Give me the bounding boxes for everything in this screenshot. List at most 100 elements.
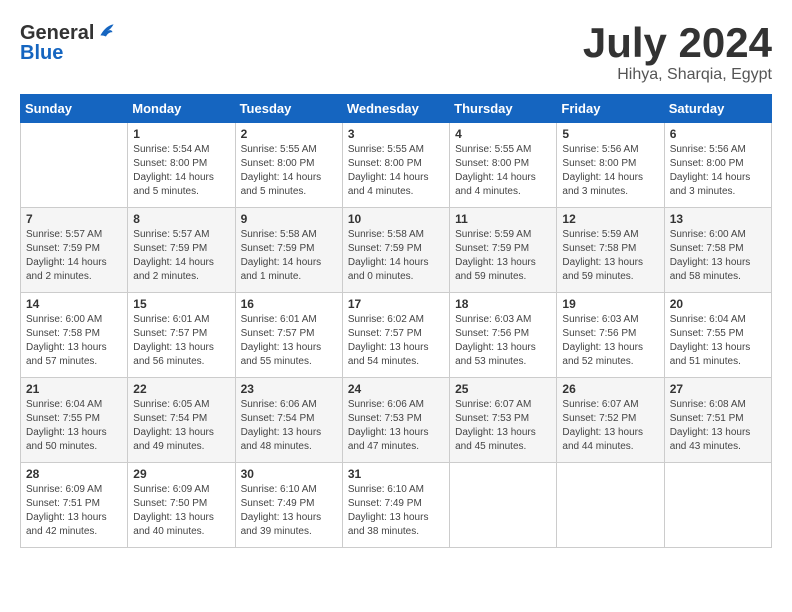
day-number: 17 bbox=[348, 297, 444, 311]
calendar-cell: 28 Sunrise: 6:09 AMSunset: 7:51 PMDayligh… bbox=[21, 463, 128, 548]
calendar-table: SundayMondayTuesdayWednesdayThursdayFrid… bbox=[20, 94, 772, 548]
day-info: Sunrise: 5:56 AMSunset: 8:00 PMDaylight:… bbox=[562, 143, 658, 199]
day-info: Sunrise: 6:03 AMSunset: 7:56 PMDaylight:… bbox=[455, 313, 551, 369]
day-number: 15 bbox=[133, 297, 229, 311]
day-info: Sunrise: 6:06 AMSunset: 7:54 PMDaylight:… bbox=[241, 398, 337, 454]
day-info: Sunrise: 6:00 AMSunset: 7:58 PMDaylight:… bbox=[26, 313, 122, 369]
day-number: 13 bbox=[670, 212, 766, 226]
calendar-cell: 3 Sunrise: 5:55 AMSunset: 8:00 PMDaylight… bbox=[342, 123, 449, 208]
calendar-cell: 19 Sunrise: 6:03 AMSunset: 7:56 PMDayligh… bbox=[557, 293, 664, 378]
calendar-cell: 4 Sunrise: 5:55 AMSunset: 8:00 PMDaylight… bbox=[450, 123, 557, 208]
weekday-header-tuesday: Tuesday bbox=[235, 95, 342, 123]
day-number: 19 bbox=[562, 297, 658, 311]
day-info: Sunrise: 5:57 AMSunset: 7:59 PMDaylight:… bbox=[133, 228, 229, 284]
day-number: 20 bbox=[670, 297, 766, 311]
day-info: Sunrise: 6:07 AMSunset: 7:53 PMDaylight:… bbox=[455, 398, 551, 454]
calendar-cell: 13Sunrise: 6:00 AMSunset: 7:58 PMDayligh… bbox=[664, 208, 771, 293]
day-info: Sunrise: 6:09 AMSunset: 7:51 PMDaylight:… bbox=[26, 483, 122, 539]
day-info: Sunrise: 5:55 AMSunset: 8:00 PMDaylight:… bbox=[241, 143, 337, 199]
day-number: 22 bbox=[133, 382, 229, 396]
calendar-cell: 1 Sunrise: 5:54 AMSunset: 8:00 PMDaylight… bbox=[128, 123, 235, 208]
calendar-cell: 29Sunrise: 6:09 AMSunset: 7:50 PMDayligh… bbox=[128, 463, 235, 548]
day-number: 24 bbox=[348, 382, 444, 396]
calendar-cell: 20 Sunrise: 6:04 AMSunset: 7:55 PMDayligh… bbox=[664, 293, 771, 378]
day-info: Sunrise: 6:02 AMSunset: 7:57 PMDaylight:… bbox=[348, 313, 444, 369]
weekday-header-wednesday: Wednesday bbox=[342, 95, 449, 123]
day-info: Sunrise: 5:56 AMSunset: 8:00 PMDaylight:… bbox=[670, 143, 766, 199]
day-info: Sunrise: 6:04 AMSunset: 7:55 PMDaylight:… bbox=[670, 313, 766, 369]
day-number: 28 bbox=[26, 467, 122, 481]
day-number: 12 bbox=[562, 212, 658, 226]
day-number: 31 bbox=[348, 467, 444, 481]
day-number: 9 bbox=[241, 212, 337, 226]
weekday-header-saturday: Saturday bbox=[664, 95, 771, 123]
day-info: Sunrise: 5:58 AMSunset: 7:59 PMDaylight:… bbox=[241, 228, 337, 284]
calendar-cell: 18 Sunrise: 6:03 AMSunset: 7:56 PMDayligh… bbox=[450, 293, 557, 378]
day-number: 25 bbox=[455, 382, 551, 396]
calendar-cell: 5 Sunrise: 5:56 AMSunset: 8:00 PMDaylight… bbox=[557, 123, 664, 208]
calendar-cell bbox=[664, 463, 771, 548]
calendar-cell bbox=[21, 123, 128, 208]
day-number: 10 bbox=[348, 212, 444, 226]
day-info: Sunrise: 6:07 AMSunset: 7:52 PMDaylight:… bbox=[562, 398, 658, 454]
day-info: Sunrise: 6:09 AMSunset: 7:50 PMDaylight:… bbox=[133, 483, 229, 539]
calendar-cell: 25 Sunrise: 6:07 AMSunset: 7:53 PMDayligh… bbox=[450, 378, 557, 463]
day-info: Sunrise: 5:59 AMSunset: 7:59 PMDaylight:… bbox=[455, 228, 551, 284]
weekday-header-friday: Friday bbox=[557, 95, 664, 123]
calendar-cell: 15 Sunrise: 6:01 AMSunset: 7:57 PMDayligh… bbox=[128, 293, 235, 378]
day-number: 21 bbox=[26, 382, 122, 396]
weekday-header-monday: Monday bbox=[128, 95, 235, 123]
calendar-cell: 16Sunrise: 6:01 AMSunset: 7:57 PMDayligh… bbox=[235, 293, 342, 378]
day-number: 1 bbox=[133, 127, 229, 141]
day-info: Sunrise: 5:58 AMSunset: 7:59 PMDaylight:… bbox=[348, 228, 444, 284]
day-number: 2 bbox=[241, 127, 337, 141]
calendar-cell: 8Sunrise: 5:57 AMSunset: 7:59 PMDaylight… bbox=[128, 208, 235, 293]
calendar-cell: 14 Sunrise: 6:00 AMSunset: 7:58 PMDayligh… bbox=[21, 293, 128, 378]
day-info: Sunrise: 6:10 AMSunset: 7:49 PMDaylight:… bbox=[348, 483, 444, 539]
day-number: 26 bbox=[562, 382, 658, 396]
day-info: Sunrise: 6:04 AMSunset: 7:55 PMDaylight:… bbox=[26, 398, 122, 454]
day-info: Sunrise: 5:54 AMSunset: 8:00 PMDaylight:… bbox=[133, 143, 229, 199]
page-header: General Blue July 2024 Hihya, Sharqia, E… bbox=[20, 20, 772, 84]
day-info: Sunrise: 5:57 AMSunset: 7:59 PMDaylight:… bbox=[26, 228, 122, 284]
day-number: 4 bbox=[455, 127, 551, 141]
day-number: 5 bbox=[562, 127, 658, 141]
logo-blue-text: Blue bbox=[20, 42, 63, 65]
day-info: Sunrise: 6:06 AMSunset: 7:53 PMDaylight:… bbox=[348, 398, 444, 454]
day-info: Sunrise: 6:05 AMSunset: 7:54 PMDaylight:… bbox=[133, 398, 229, 454]
calendar-cell: 23 Sunrise: 6:06 AMSunset: 7:54 PMDayligh… bbox=[235, 378, 342, 463]
day-info: Sunrise: 5:55 AMSunset: 8:00 PMDaylight:… bbox=[348, 143, 444, 199]
day-number: 6 bbox=[670, 127, 766, 141]
day-info: Sunrise: 5:59 AMSunset: 7:58 PMDaylight:… bbox=[562, 228, 658, 284]
day-number: 14 bbox=[26, 297, 122, 311]
day-info: Sunrise: 5:55 AMSunset: 8:00 PMDaylight:… bbox=[455, 143, 551, 199]
calendar-cell: 12 Sunrise: 5:59 AMSunset: 7:58 PMDayligh… bbox=[557, 208, 664, 293]
day-info: Sunrise: 6:03 AMSunset: 7:56 PMDaylight:… bbox=[562, 313, 658, 369]
calendar-cell: 30 Sunrise: 6:10 AMSunset: 7:49 PMDayligh… bbox=[235, 463, 342, 548]
calendar-cell: 21 Sunrise: 6:04 AMSunset: 7:55 PMDayligh… bbox=[21, 378, 128, 463]
calendar-cell: 17 Sunrise: 6:02 AMSunset: 7:57 PMDayligh… bbox=[342, 293, 449, 378]
calendar-cell: 9 Sunrise: 5:58 AMSunset: 7:59 PMDaylight… bbox=[235, 208, 342, 293]
calendar-cell: 24 Sunrise: 6:06 AMSunset: 7:53 PMDayligh… bbox=[342, 378, 449, 463]
day-number: 3 bbox=[348, 127, 444, 141]
calendar-cell: 22 Sunrise: 6:05 AMSunset: 7:54 PMDayligh… bbox=[128, 378, 235, 463]
calendar-cell: 2 Sunrise: 5:55 AMSunset: 8:00 PMDaylight… bbox=[235, 123, 342, 208]
calendar-cell: 31 Sunrise: 6:10 AMSunset: 7:49 PMDayligh… bbox=[342, 463, 449, 548]
day-number: 18 bbox=[455, 297, 551, 311]
calendar-cell bbox=[557, 463, 664, 548]
calendar-cell: 11Sunrise: 5:59 AMSunset: 7:59 PMDayligh… bbox=[450, 208, 557, 293]
weekday-header-thursday: Thursday bbox=[450, 95, 557, 123]
calendar-cell bbox=[450, 463, 557, 548]
calendar-cell: 6 Sunrise: 5:56 AMSunset: 8:00 PMDaylight… bbox=[664, 123, 771, 208]
day-info: Sunrise: 6:01 AMSunset: 7:57 PMDaylight:… bbox=[133, 313, 229, 369]
logo-bird-icon bbox=[96, 20, 118, 42]
day-number: 23 bbox=[241, 382, 337, 396]
day-number: 30 bbox=[241, 467, 337, 481]
calendar-cell: 26 Sunrise: 6:07 AMSunset: 7:52 PMDayligh… bbox=[557, 378, 664, 463]
day-number: 27 bbox=[670, 382, 766, 396]
calendar-cell: 27Sunrise: 6:08 AMSunset: 7:51 PMDayligh… bbox=[664, 378, 771, 463]
calendar-cell: 7 Sunrise: 5:57 AMSunset: 7:59 PMDaylight… bbox=[21, 208, 128, 293]
logo: General Blue bbox=[20, 20, 118, 65]
day-info: Sunrise: 6:10 AMSunset: 7:49 PMDaylight:… bbox=[241, 483, 337, 539]
day-number: 7 bbox=[26, 212, 122, 226]
